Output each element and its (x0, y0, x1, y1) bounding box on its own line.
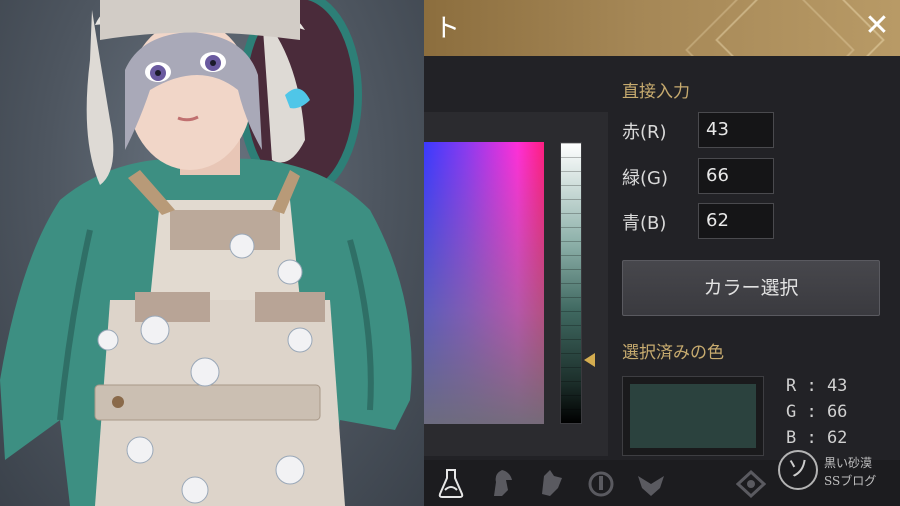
horse-head-icon[interactable] (486, 466, 516, 500)
eye-emblem-icon[interactable] (735, 466, 767, 500)
compass-circle-icon[interactable] (586, 466, 616, 500)
blue-input-row: 青(B) 62 (622, 203, 782, 239)
watermark-subtitle: SSブログ (824, 474, 877, 488)
color-picker-panel: ト ✕ 直接入力 赤(R) 43 緑(G) 66 青(B) 62 カラー選択 選… (424, 0, 900, 506)
color-spectrum[interactable] (424, 142, 544, 424)
brightness-pointer-icon[interactable] (584, 353, 595, 367)
red-label: 赤(R) (622, 122, 667, 143)
watermark-title: 黒い砂漠 (824, 456, 873, 470)
moon-crescent-icon[interactable] (686, 466, 716, 500)
flask-icon[interactable] (436, 466, 466, 500)
brightness-slider[interactable] (560, 142, 582, 424)
blue-label: 青(B) (622, 213, 667, 234)
direct-input-label: 直接入力 (622, 82, 690, 102)
selected-r-value: R : 43 (786, 376, 848, 396)
eagle-crest-icon[interactable] (636, 466, 666, 500)
character-preview[interactable] (0, 0, 424, 506)
close-icon: ✕ (864, 8, 890, 43)
green-input-row: 緑(G) 66 (622, 158, 782, 194)
wolf-head-icon[interactable] (536, 466, 566, 500)
selected-color-swatch (622, 376, 764, 456)
watermark: ソ 黒い砂漠 SSブログ (778, 450, 900, 504)
spectrum-shade (424, 142, 544, 424)
selected-b-value: B : 62 (786, 428, 848, 448)
close-button[interactable]: ✕ (862, 10, 892, 42)
blue-input[interactable]: 62 (698, 203, 774, 239)
selected-g-value: G : 66 (786, 402, 848, 422)
title-bar: ト ✕ (424, 0, 900, 56)
swatch-fill (630, 384, 756, 448)
brightness-steps (561, 143, 581, 423)
palette-area (424, 112, 608, 456)
red-input-row: 赤(R) 43 (622, 112, 782, 148)
red-input[interactable]: 43 (698, 112, 774, 148)
selected-color-label: 選択済みの色 (622, 343, 724, 363)
window-title: ト (434, 14, 461, 44)
color-select-button[interactable]: カラー選択 (622, 260, 880, 316)
green-input[interactable]: 66 (698, 158, 774, 194)
green-label: 緑(G) (622, 168, 668, 189)
watermark-logo-icon: ソ (778, 450, 818, 490)
character-figure (0, 0, 412, 506)
